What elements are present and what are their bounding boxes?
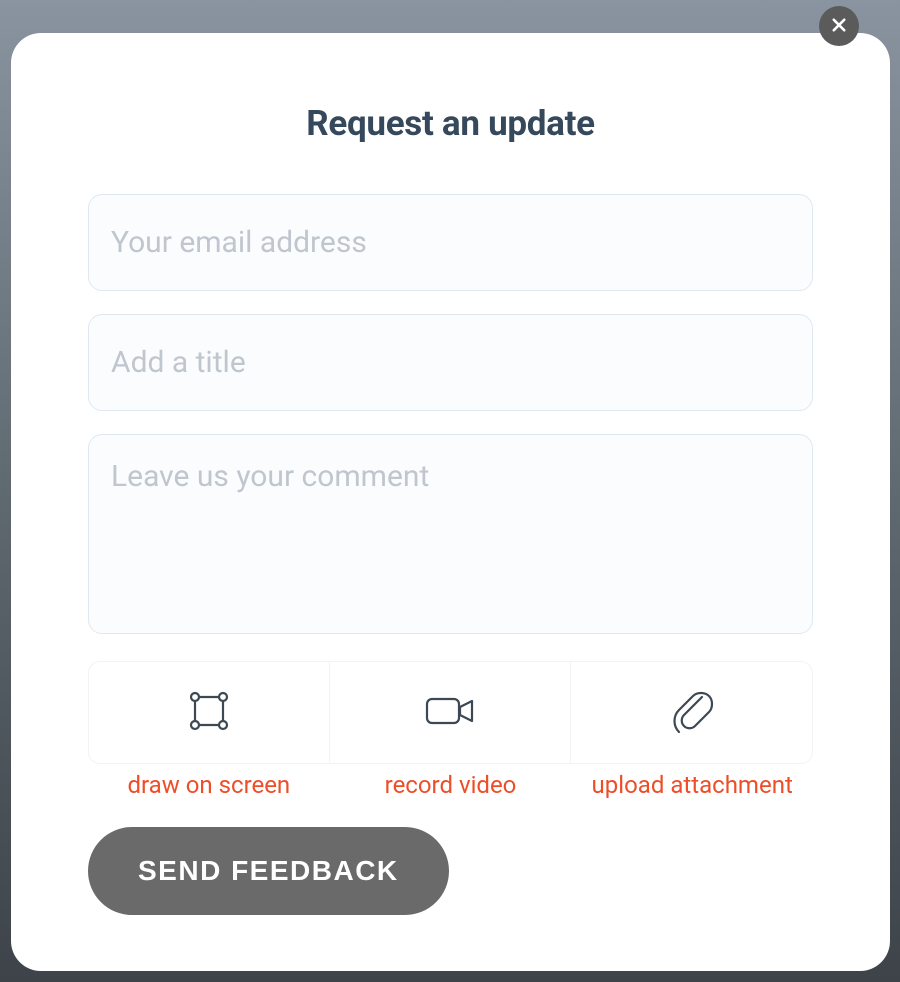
close-button[interactable] xyxy=(819,6,859,46)
action-item-draw: draw on screen xyxy=(88,661,330,799)
video-icon xyxy=(422,691,478,735)
action-item-upload: upload attachment xyxy=(571,661,813,799)
email-field[interactable] xyxy=(88,194,813,291)
draw-on-screen-button[interactable] xyxy=(88,661,330,764)
send-feedback-button[interactable]: SEND FEEDBACK xyxy=(88,827,449,915)
title-field[interactable] xyxy=(88,314,813,411)
draw-icon xyxy=(184,686,234,740)
attachment-icon xyxy=(668,685,716,741)
action-item-record: record video xyxy=(330,661,572,799)
record-label: record video xyxy=(330,771,572,799)
upload-attachment-button[interactable] xyxy=(571,661,813,764)
draw-label: draw on screen xyxy=(88,771,330,799)
record-video-button[interactable] xyxy=(330,661,572,764)
modal-title: Request an update xyxy=(88,103,813,144)
upload-label: upload attachment xyxy=(571,771,813,799)
feedback-modal: Request an update draw on screen xyxy=(11,33,890,971)
close-icon xyxy=(830,16,848,37)
action-row: draw on screen record video xyxy=(88,661,813,799)
comment-field[interactable] xyxy=(88,434,813,634)
